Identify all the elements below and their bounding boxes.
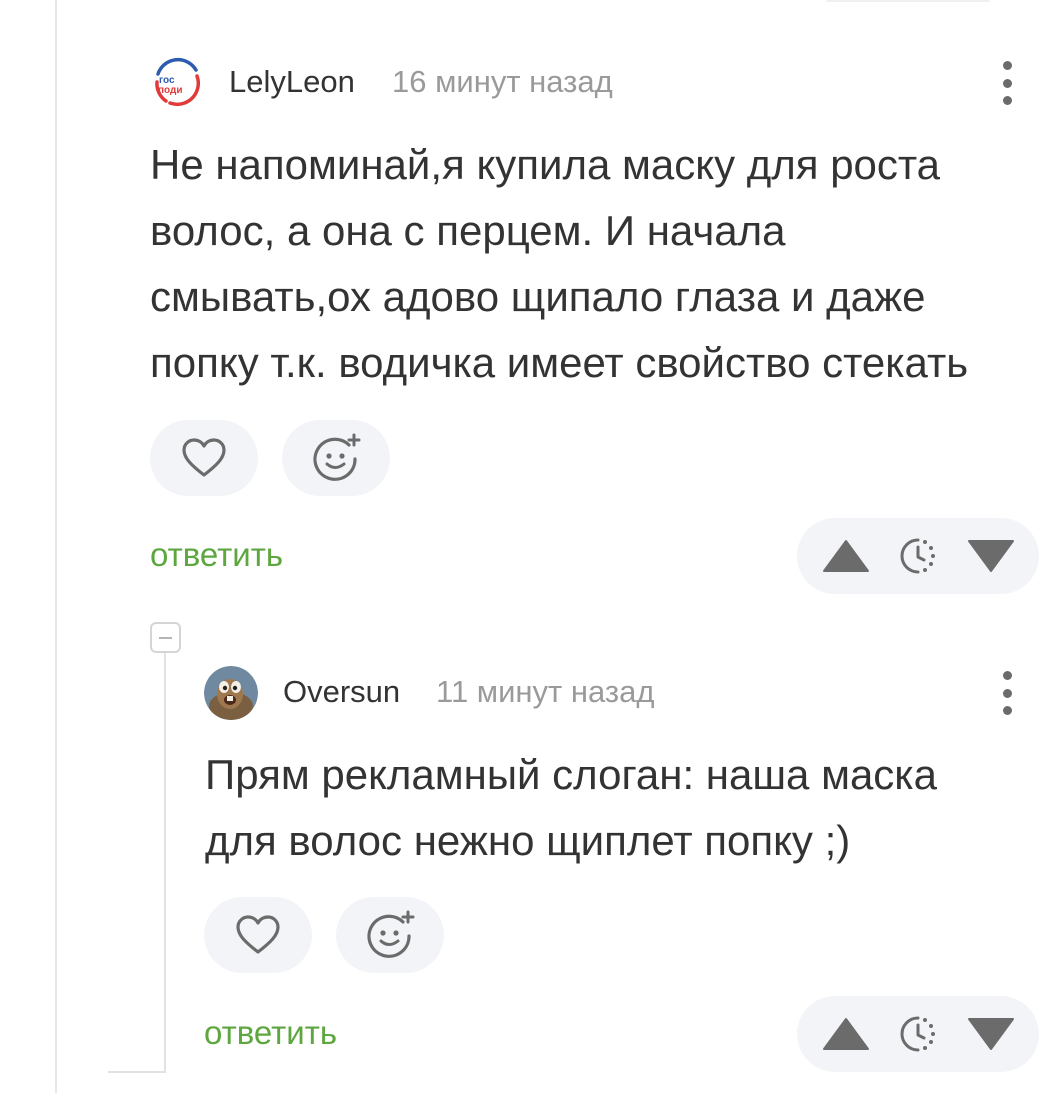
- comment-text-line: для волос нежно щиплет попку ;): [205, 817, 851, 864]
- kebab-menu-icon[interactable]: [992, 55, 1022, 111]
- thread-line: [108, 1071, 164, 1073]
- collapse-thread-button[interactable]: [150, 622, 181, 653]
- rating-hidden-indicator: [888, 518, 948, 594]
- downvote-button[interactable]: [961, 996, 1021, 1072]
- downvote-button[interactable]: [961, 518, 1021, 594]
- thread-line: [55, 0, 57, 1093]
- add-reaction-button[interactable]: [336, 897, 444, 973]
- heart-icon: [236, 915, 280, 954]
- comment-time[interactable]: 11 минут назад: [436, 674, 654, 710]
- comment-text-line: Не напоминай,я купила маску для роста: [150, 141, 941, 188]
- comment-text: Прям рекламный слоган: наша маска для во…: [205, 742, 937, 874]
- comment-time[interactable]: 16 минут назад: [392, 64, 613, 100]
- username[interactable]: LelyLeon: [229, 64, 355, 100]
- comment-text-line: Прям рекламный слоган: наша маска: [205, 751, 937, 798]
- comment-text-line: волос, а она с перцем. И начала: [150, 207, 786, 254]
- username[interactable]: Oversun: [283, 674, 400, 710]
- avatar[interactable]: [204, 666, 258, 720]
- upvote-button[interactable]: [816, 518, 876, 594]
- logo-text-bottom: поди: [158, 85, 183, 96]
- triangle-up-icon: [823, 540, 869, 572]
- triangle-down-icon: [968, 1018, 1014, 1050]
- clock-dotted-icon: [900, 538, 935, 574]
- like-button[interactable]: [204, 897, 312, 973]
- triangle-up-icon: [823, 1018, 869, 1050]
- rating-box: [797, 996, 1039, 1072]
- gosuslugi-logo-icon: гос поди: [150, 56, 204, 110]
- reply-link[interactable]: ответить: [204, 1014, 337, 1052]
- add-reaction-button[interactable]: [282, 420, 390, 496]
- reply-link[interactable]: ответить: [150, 536, 283, 574]
- thread-line: [164, 653, 166, 1073]
- heart-icon: [182, 438, 226, 477]
- triangle-down-icon: [968, 540, 1014, 572]
- like-button[interactable]: [150, 420, 258, 496]
- comment-text: Не напоминай,я купила маску для роста во…: [150, 132, 968, 396]
- smiley-add-icon: [367, 910, 415, 958]
- smiley-add-icon: [313, 433, 361, 481]
- rating-box: [797, 518, 1039, 594]
- comment-text-line: попку т.к. водичка имеет свойство стекат…: [150, 339, 969, 386]
- squirrel-avatar-icon: [204, 666, 258, 720]
- previous-element-edge: [826, 0, 990, 2]
- comment-text-line: смывать,ох адово щипало глаза и даже: [150, 273, 926, 320]
- clock-dotted-icon: [900, 1016, 935, 1052]
- upvote-button[interactable]: [816, 996, 876, 1072]
- kebab-menu-icon[interactable]: [992, 665, 1022, 721]
- rating-hidden-indicator: [888, 996, 948, 1072]
- avatar[interactable]: гос поди: [150, 56, 204, 110]
